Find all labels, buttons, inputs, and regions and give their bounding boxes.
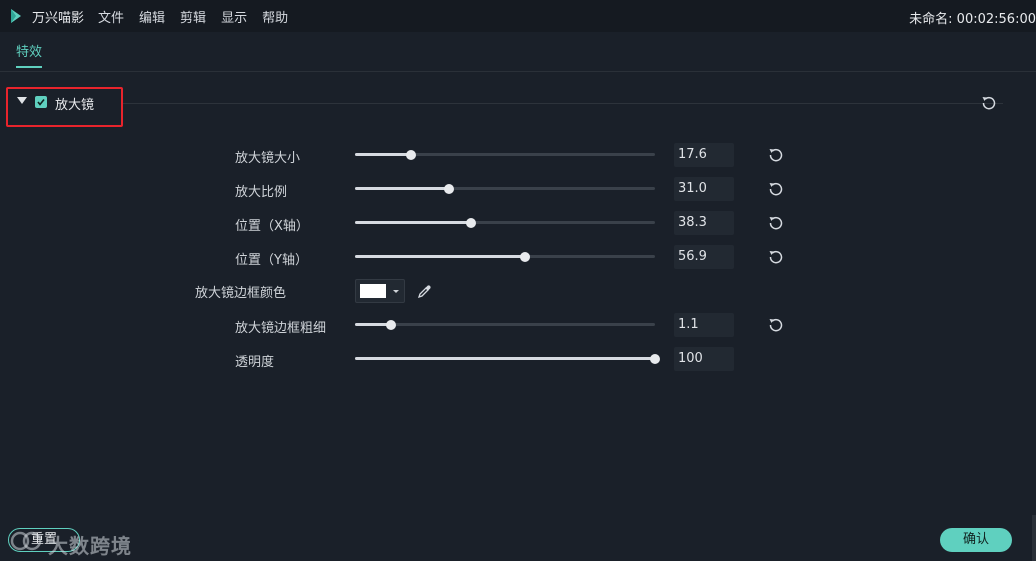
slider-size[interactable] [355,149,655,161]
section-enable-checkbox[interactable] [35,96,47,108]
collapse-arrow-icon[interactable] [17,97,27,104]
value-opacity[interactable]: 100 [674,347,734,371]
param-label-opacity: 透明度 [235,355,275,370]
app-logo-icon [11,9,21,23]
slider-thumb[interactable] [386,320,396,330]
slider-thumb[interactable] [650,354,660,364]
border-color-picker[interactable] [355,279,405,303]
project-info: 未命名: 00:02:56:00 [909,12,1036,27]
check-icon [37,99,45,106]
reset-position-y-icon[interactable] [768,249,784,265]
app-title: 万兴喵影 [32,10,85,26]
slider-thumb[interactable] [443,184,454,194]
border-color-label: 放大镜边框颜色 [195,286,287,301]
eyedropper-icon[interactable] [417,283,433,299]
chevron-down-icon [393,290,399,293]
param-label-size: 放大镜大小 [235,151,301,166]
watermark-logo-icon [10,531,42,551]
slider-thumb[interactable] [466,218,477,228]
tab-effects[interactable]: 特效 [16,41,43,68]
reset-border-width-icon[interactable] [768,317,784,333]
section-reset-icon[interactable] [981,95,997,111]
param-label-position-y: 位置（Y轴） [235,253,308,268]
color-swatch [360,284,386,298]
slider-thumb[interactable] [406,150,417,160]
tab-bar: 特效 [0,32,1036,72]
menu-bar: 万兴喵影 文件 编辑 剪辑 显示 帮助 未命名: 00:02:56:00 [0,0,1036,32]
value-position-x[interactable]: 38.3 [674,211,734,235]
section-title: 放大镜 [55,98,95,113]
param-label-scale: 放大比例 [235,185,288,200]
menu-edit[interactable]: 编辑 [139,7,165,26]
slider-position-y[interactable] [355,251,655,263]
slider-position-x[interactable] [355,217,655,229]
reset-size-icon[interactable] [768,147,784,163]
value-size[interactable]: 17.6 [674,143,734,167]
reset-scale-icon[interactable] [768,181,784,197]
slider-border-width[interactable] [355,319,655,331]
menu-file[interactable]: 文件 [98,7,124,26]
slider-scale[interactable] [355,183,655,195]
param-label-border-width: 放大镜边框粗细 [235,321,327,336]
slider-thumb[interactable] [520,252,531,262]
menu-view[interactable]: 显示 [221,7,247,26]
value-border-width[interactable]: 1.1 [674,313,734,337]
reset-position-x-icon[interactable] [768,215,784,231]
confirm-button[interactable]: 确认 [940,528,1012,552]
slider-opacity[interactable] [355,353,660,365]
value-position-y[interactable]: 56.9 [674,245,734,269]
menu-help[interactable]: 帮助 [262,7,288,26]
section-divider [123,103,1003,104]
value-scale[interactable]: 31.0 [674,177,734,201]
watermark-text: 大数跨境 [48,534,132,558]
param-label-position-x: 位置（X轴） [235,219,309,234]
scrollbar[interactable] [1032,515,1036,561]
menu-clip[interactable]: 剪辑 [180,7,206,26]
